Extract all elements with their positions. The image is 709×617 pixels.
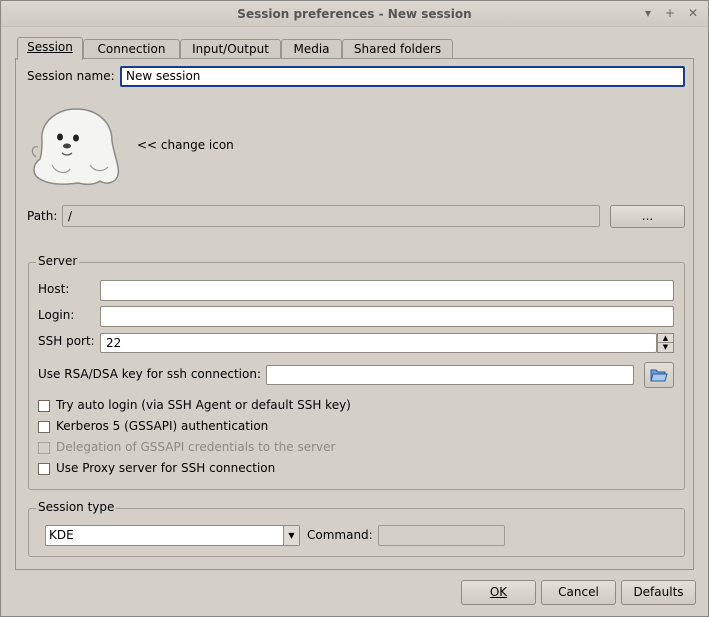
tab-input-output-label: Input/Output bbox=[192, 42, 269, 56]
keep-above-button[interactable]: + bbox=[663, 6, 677, 20]
ssh-port-spinner: ▲ ▼ bbox=[657, 333, 674, 353]
cancel-button-label: Cancel bbox=[558, 585, 599, 599]
proxy-label: Use Proxy server for SSH connection bbox=[56, 461, 276, 475]
folder-open-icon bbox=[649, 369, 669, 387]
close-button[interactable]: ✕ bbox=[686, 6, 700, 20]
tab-session-label: Session bbox=[27, 40, 73, 54]
window-menu-button[interactable]: ▾ bbox=[641, 6, 655, 20]
ssh-port-label: SSH port: bbox=[38, 334, 95, 348]
spin-down-icon[interactable]: ▼ bbox=[658, 343, 673, 352]
session-name-input[interactable]: New session bbox=[120, 66, 685, 87]
seal-icon[interactable] bbox=[30, 103, 122, 187]
path-input[interactable]: / bbox=[62, 205, 600, 227]
path-label: Path: bbox=[27, 209, 58, 223]
browse-key-button[interactable] bbox=[644, 362, 674, 388]
tab-session[interactable]: Session bbox=[17, 37, 83, 60]
gssapi-delegation-checkbox bbox=[38, 442, 50, 454]
tab-connection-label: Connection bbox=[97, 42, 166, 56]
ssh-port-input[interactable]: 22 bbox=[100, 333, 657, 353]
proxy-checkbox[interactable] bbox=[38, 463, 50, 475]
tab-media-label: Media bbox=[293, 42, 330, 56]
cancel-button[interactable]: Cancel bbox=[541, 580, 616, 605]
browse-path-button[interactable]: ... bbox=[610, 205, 685, 228]
tab-connection[interactable]: Connection bbox=[83, 39, 180, 59]
server-group-title: Server bbox=[36, 254, 80, 268]
auto-login-checkbox[interactable] bbox=[38, 400, 50, 412]
tab-shared-folders[interactable]: Shared folders bbox=[342, 39, 453, 59]
defaults-button-label: Defaults bbox=[633, 585, 684, 599]
command-label: Command: bbox=[307, 528, 373, 542]
auto-login-label: Try auto login (via SSH Agent or default… bbox=[56, 398, 351, 412]
gssapi-delegation-label: Delegation of GSSAPI credentials to the … bbox=[56, 440, 336, 454]
ok-button[interactable]: OK bbox=[461, 580, 536, 605]
rsa-key-input[interactable] bbox=[266, 365, 634, 385]
tab-shared-folders-label: Shared folders bbox=[353, 42, 442, 56]
session-preferences-window: Session preferences - New session ▾ + ✕ … bbox=[0, 0, 709, 617]
ok-button-label: OK bbox=[489, 585, 508, 599]
session-type-value: KDE bbox=[49, 528, 74, 542]
session-type-group-title: Session type bbox=[36, 500, 117, 514]
titlebar: Session preferences - New session ▾ + ✕ bbox=[1, 1, 708, 27]
tab-input-output[interactable]: Input/Output bbox=[180, 39, 281, 59]
session-name-label: Session name: bbox=[27, 69, 115, 83]
change-icon-label[interactable]: << change icon bbox=[137, 138, 234, 152]
spin-up-icon[interactable]: ▲ bbox=[658, 334, 673, 343]
tab-media[interactable]: Media bbox=[281, 39, 342, 59]
login-label: Login: bbox=[38, 308, 75, 322]
kerberos-label: Kerberos 5 (GSSAPI) authentication bbox=[56, 419, 269, 433]
defaults-button[interactable]: Defaults bbox=[621, 580, 696, 605]
dropdown-arrow-icon: ▼ bbox=[283, 526, 299, 545]
rsa-key-label: Use RSA/DSA key for ssh connection: bbox=[38, 367, 261, 381]
host-input[interactable] bbox=[100, 280, 674, 301]
kerberos-checkbox[interactable] bbox=[38, 421, 50, 433]
command-input[interactable] bbox=[378, 525, 505, 546]
window-title: Session preferences - New session bbox=[237, 7, 472, 21]
host-label: Host: bbox=[38, 282, 70, 296]
login-input[interactable] bbox=[100, 306, 674, 327]
session-type-select[interactable]: KDE ▼ bbox=[45, 525, 300, 546]
